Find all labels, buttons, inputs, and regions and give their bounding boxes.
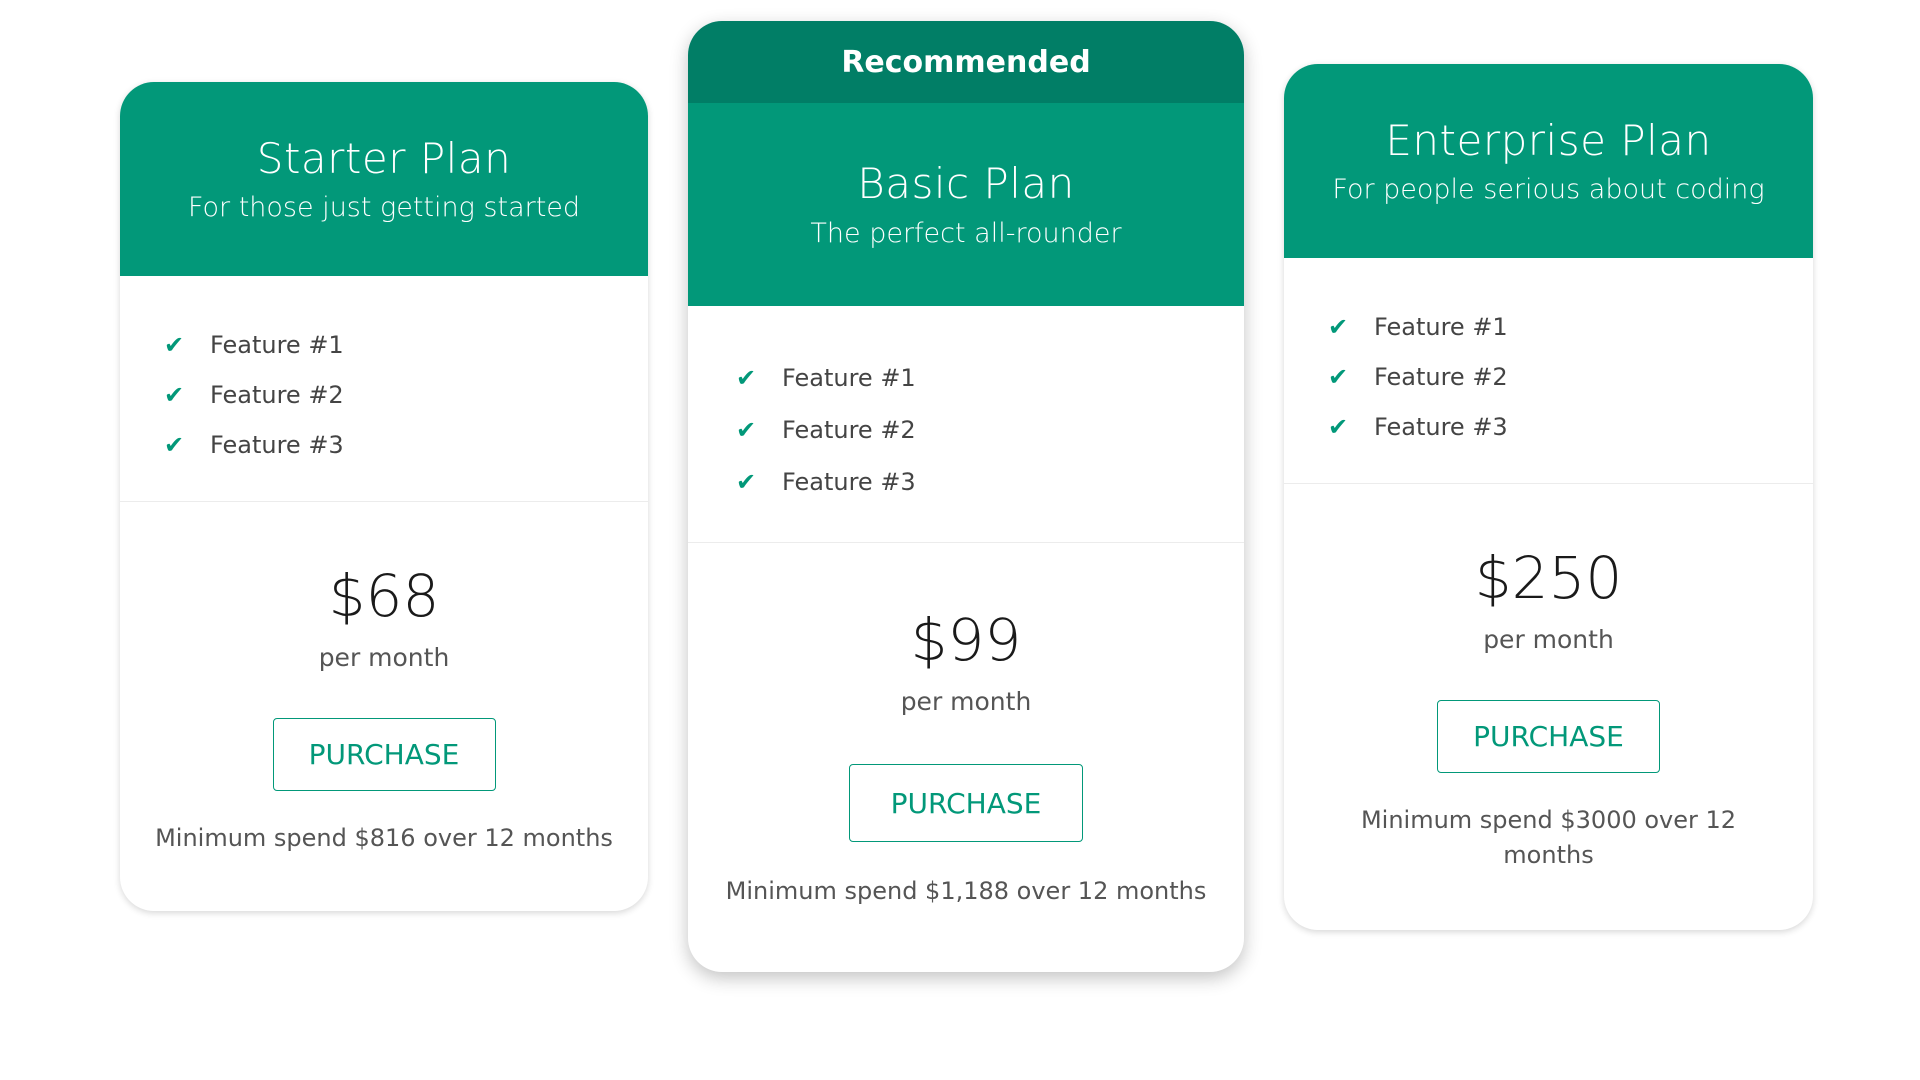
plan-tagline: For those just getting started [187,192,581,223]
price-block: $68 per month PURCHASE Minimum spend $81… [120,502,648,911]
feature-item: ✔ Feature #3 [1328,402,1813,452]
feature-label: Feature #2 [782,416,916,444]
price-block: $99 per month PURCHASE Minimum spend $1,… [688,543,1244,972]
feature-item: ✔ Feature #2 [164,370,648,420]
pricing-card-enterprise: Enterprise Plan For people serious about… [1284,64,1813,930]
feature-label: Feature #3 [782,468,916,496]
check-icon: ✔ [1328,313,1349,341]
plan-tagline: For people serious about coding [1332,174,1765,205]
feature-item: ✔ Feature #1 [164,320,648,370]
minimum-spend-note: Minimum spend $3000 over 12 months [1360,806,1737,869]
card-header: Starter Plan For those just getting star… [120,82,648,276]
price: $68 [328,562,440,630]
minimum-spend-note: Minimum spend $816 over 12 months [155,824,613,852]
card-header: Basic Plan The perfect all-rounder [688,103,1244,306]
price-period: per month [900,687,1032,716]
plan-name: Enterprise Plan [1385,115,1712,165]
purchase-button[interactable]: PURCHASE [849,764,1083,842]
feature-item: ✔ Feature #2 [1328,352,1813,402]
price-block: $250 per month PURCHASE Minimum spend $3… [1284,484,1813,930]
plan-name: Starter Plan [256,133,512,183]
purchase-button[interactable]: PURCHASE [1437,700,1660,773]
price: $99 [910,606,1022,674]
check-icon: ✔ [164,331,185,359]
feature-item: ✔ Feature #2 [736,404,1244,456]
check-icon: ✔ [736,468,757,496]
feature-label: Feature #3 [1374,413,1508,441]
feature-label: Feature #2 [1374,363,1508,391]
pricing-card-basic: Recommended Basic Plan The perfect all-r… [688,21,1244,972]
price-period: per month [318,643,450,672]
feature-item: ✔ Feature #1 [736,352,1244,404]
feature-list: ✔ Feature #1 ✔ Feature #2 ✔ Feature #3 [1284,258,1813,484]
feature-label: Feature #1 [782,364,916,392]
card-header: Enterprise Plan For people serious about… [1284,64,1813,258]
feature-item: ✔ Feature #3 [736,456,1244,508]
pricing-card-starter: Starter Plan For those just getting star… [120,82,648,911]
pricing-page: Starter Plan For those just getting star… [0,0,1920,1080]
check-icon: ✔ [164,431,185,459]
plan-tagline: The perfect all-rounder [810,217,1122,249]
check-icon: ✔ [736,416,757,444]
minimum-spend-note: Minimum spend $1,188 over 12 months [725,877,1207,905]
plan-name: Basic Plan [857,159,1075,209]
price-period: per month [1483,625,1614,654]
feature-label: Feature #1 [1374,313,1508,341]
check-icon: ✔ [1328,363,1349,391]
feature-label: Feature #2 [210,381,344,409]
check-icon: ✔ [164,381,185,409]
feature-item: ✔ Feature #3 [164,420,648,470]
feature-label: Feature #1 [210,331,344,359]
check-icon: ✔ [736,364,757,392]
price: $250 [1474,544,1623,612]
feature-item: ✔ Feature #1 [1328,302,1813,352]
check-icon: ✔ [1328,413,1349,441]
purchase-button[interactable]: PURCHASE [272,718,496,791]
feature-list: ✔ Feature #1 ✔ Feature #2 ✔ Feature #3 [688,306,1244,543]
recommended-ribbon: Recommended [688,21,1244,103]
feature-label: Feature #3 [210,431,344,459]
feature-list: ✔ Feature #1 ✔ Feature #2 ✔ Feature #3 [120,276,648,502]
